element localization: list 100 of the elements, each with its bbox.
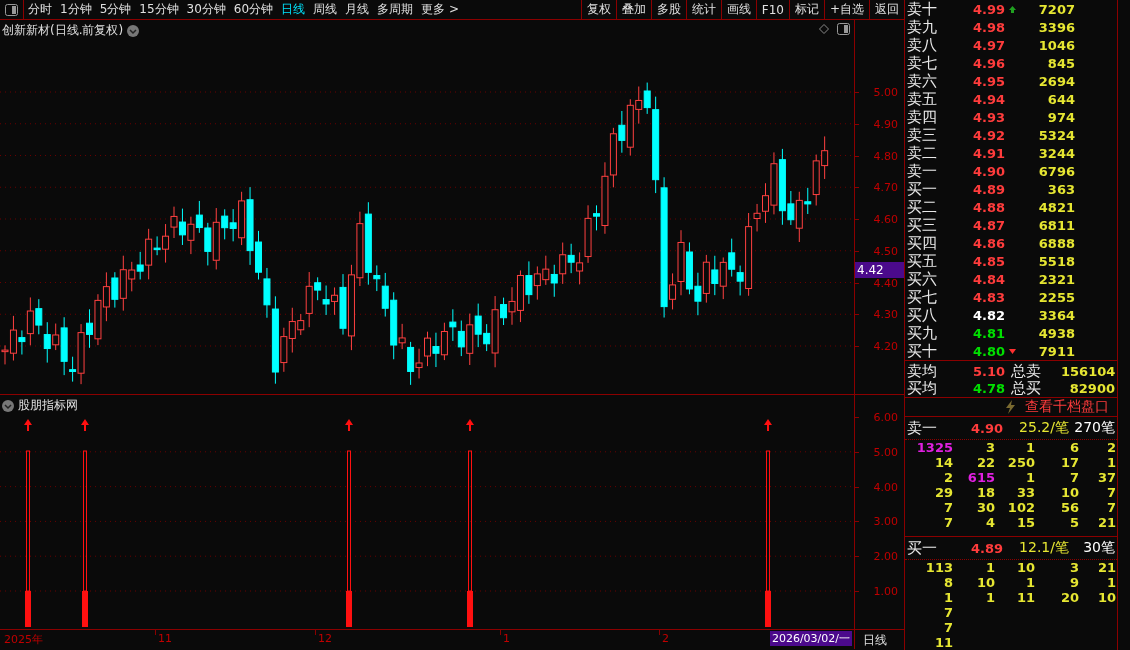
axis-label: 2.00 — [873, 549, 898, 563]
queue-count: 30笔 — [1082, 539, 1115, 557]
volume-value: 5324 — [1037, 128, 1075, 143]
order-size: 18 — [975, 485, 995, 500]
current-price-tag: 4.42 — [855, 262, 904, 278]
price-value: 4.93 — [971, 110, 1005, 125]
time-label: 2 — [662, 632, 669, 645]
order-size: 4 — [984, 515, 995, 530]
order-size: 7 — [1105, 485, 1116, 500]
toolbar-button[interactable]: 多股 — [650, 0, 686, 19]
toolbar-button[interactable]: 画线 — [720, 0, 756, 19]
toolbar-button[interactable]: +自选 — [823, 0, 869, 19]
level-label: 卖二 — [906, 144, 938, 163]
price-value: 4.96 — [971, 56, 1005, 71]
chevron-down-icon[interactable] — [127, 24, 140, 37]
level-label: 买三 — [906, 216, 938, 235]
price-value: 4.80 — [971, 344, 1005, 359]
axis-label: 4.20 — [873, 339, 898, 353]
price-value: 4.90 — [971, 164, 1005, 179]
order-size: 11 — [1015, 590, 1035, 605]
order-size: 1 — [984, 590, 995, 605]
level-label: 买六 — [906, 270, 938, 289]
toolbar-button[interactable]: 标记 — [788, 0, 824, 19]
volume-value: 644 — [1046, 92, 1075, 107]
queue-label: 买一 — [906, 538, 938, 558]
period-tab[interactable]: 15分钟 — [135, 0, 183, 19]
order-size: 15 — [1015, 515, 1035, 530]
order-size: 14 — [933, 455, 953, 470]
chevron-down-icon[interactable] — [2, 399, 14, 412]
queue-count: 270笔 — [1073, 419, 1115, 437]
toolbar-button[interactable]: 返回 — [869, 0, 904, 19]
axis-label: 5.00 — [873, 85, 898, 99]
total-volume: 156104 — [1061, 364, 1115, 379]
level-label: 买四 — [906, 234, 938, 253]
period-tab[interactable]: 30分钟 — [182, 0, 230, 19]
time-label: 11 — [158, 632, 172, 645]
cursor-date-tag: 2026/03/02/一 — [769, 631, 852, 646]
period-tab[interactable]: 5分钟 — [95, 0, 136, 19]
axis-label: 5.00 — [873, 445, 898, 459]
price-value: 4.88 — [971, 200, 1005, 215]
volume-value: 2694 — [1037, 74, 1075, 89]
order-size: 7 — [1105, 500, 1116, 515]
period-tab[interactable]: 月线 — [341, 0, 374, 19]
level-label: 卖三 — [906, 126, 938, 145]
chart-title: 创新新材(日线.前复权) — [2, 22, 124, 39]
order-size: 7 — [942, 620, 953, 635]
toolbar-button[interactable]: 统计 — [685, 0, 721, 19]
order-size: 10 — [1015, 560, 1035, 575]
order-size: 10 — [1059, 485, 1079, 500]
axis-label: 6.00 — [873, 410, 898, 424]
period-tab[interactable]: 日线 — [277, 0, 310, 19]
period-tab[interactable]: 多周期 — [373, 0, 418, 19]
price-value: 4.95 — [971, 74, 1005, 89]
axis-label: 4.50 — [873, 244, 898, 258]
volume-value: 974 — [1046, 110, 1075, 125]
volume-value: 3244 — [1037, 146, 1075, 161]
queue-price: 4.89 — [969, 540, 1003, 556]
period-tab[interactable]: 周线 — [309, 0, 342, 19]
period-tab[interactable]: 分时 — [24, 0, 56, 19]
volume-value: 2321 — [1037, 272, 1075, 287]
order-size: 615 — [966, 470, 995, 485]
period-tab[interactable]: 1分钟 — [56, 0, 96, 19]
price-value: 4.89 — [971, 182, 1005, 197]
total-volume: 82900 — [1068, 381, 1115, 396]
order-size: 2 — [942, 470, 953, 485]
level-label: 卖八 — [906, 36, 938, 55]
order-size: 5 — [1068, 515, 1079, 530]
order-size: 8 — [942, 575, 953, 590]
price-value: 4.94 — [971, 92, 1005, 107]
order-size: 7 — [942, 515, 953, 530]
volume-value: 6796 — [1037, 164, 1075, 179]
volume-value: 7207 — [1037, 2, 1075, 17]
order-size: 20 — [1059, 590, 1079, 605]
order-size: 9 — [1068, 575, 1079, 590]
panel-toggle-icon[interactable] — [5, 3, 18, 16]
order-size: 6 — [1068, 440, 1079, 455]
level-label: 买二 — [906, 198, 938, 217]
volume-value: 3364 — [1037, 308, 1075, 323]
depth-link[interactable]: 查看千档盘口 — [1025, 398, 1109, 416]
toolbar-button[interactable]: F10 — [755, 0, 789, 19]
volume-value: 4821 — [1037, 200, 1075, 215]
price-value: 4.81 — [971, 326, 1005, 341]
panel-toggle-icon[interactable] — [837, 23, 850, 35]
level-label: 卖五 — [906, 90, 938, 109]
order-size: 1 — [984, 560, 995, 575]
axis-label: 3.00 — [873, 514, 898, 528]
level-label: 卖九 — [906, 18, 938, 37]
indicator-title: 股朋指标网 — [18, 397, 78, 414]
period-tab[interactable]: 60分钟 — [229, 0, 278, 19]
volume-value: 4938 — [1037, 326, 1075, 341]
toolbar-button[interactable]: 复权 — [580, 0, 616, 19]
period-label: 日线 — [862, 632, 888, 649]
queue-price: 4.90 — [969, 420, 1003, 436]
toolbar-button[interactable]: 叠加 — [615, 0, 651, 19]
period-tab[interactable]: 更多 > — [417, 0, 463, 19]
order-size: 1325 — [915, 440, 953, 455]
order-size: 1 — [942, 590, 953, 605]
level-label: 卖十 — [906, 0, 938, 19]
average-price: 5.10 — [971, 364, 1005, 379]
queue-label: 卖一 — [906, 418, 938, 438]
